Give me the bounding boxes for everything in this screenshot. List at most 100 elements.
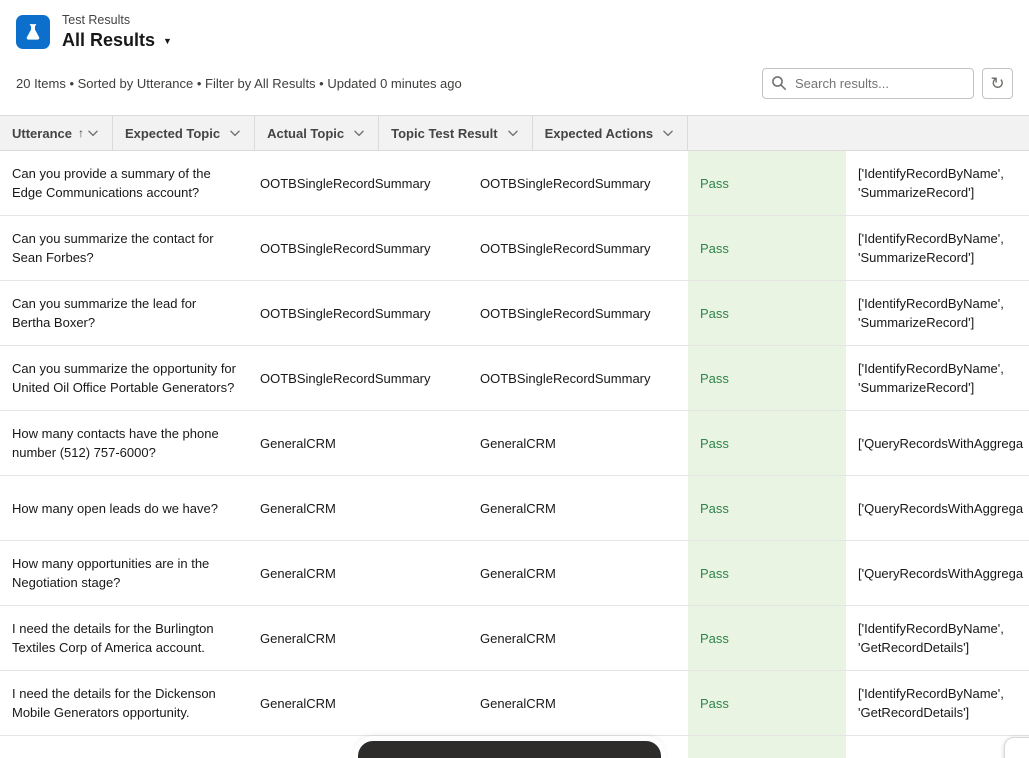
utterance-cell: How many contacts have the phone number … [0,411,248,475]
table-row[interactable]: Can you provide a summary of the Edge Co… [0,151,1029,216]
column-menu-button[interactable] [659,124,677,142]
chevron-down-icon [352,126,366,140]
table-row[interactable]: Can you summarize the lead for Bertha Bo… [0,281,1029,346]
table-row[interactable]: How many opportunities are in the Negoti… [0,541,1029,606]
pass-badge: Pass [700,434,729,453]
page-header: Test Results All Results ▼ 20 Items • So… [0,0,1029,115]
utterance-cell: I need the details for the lead Phyllis [0,736,248,758]
pass-badge: Pass [700,694,729,713]
expected-actions-cell: ['IdentifyRecordByName', 'GetRecordDetai… [846,671,1029,735]
refresh-button[interactable]: ↻ [982,68,1013,99]
topic-test-result-cell: Pass [688,671,846,735]
chevron-down-icon [228,126,242,140]
search-box [762,68,974,99]
pass-badge: Pass [700,174,729,193]
expected-topic-cell: GeneralCRM [248,541,468,605]
column-menu-button[interactable] [504,124,522,142]
actual-topic-cell: GeneralCRM [468,606,688,670]
table-row[interactable]: How many open leads do we have? GeneralC… [0,476,1029,541]
entity-label: Test Results [62,12,172,28]
utterance-cell: How many open leads do we have? [0,476,248,540]
column-label: Expected Actions [545,126,654,141]
test-results-page: Test Results All Results ▼ 20 Items • So… [0,0,1029,758]
actual-topic-cell: GeneralCRM [468,476,688,540]
column-header[interactable]: Topic Test Result [379,116,532,150]
utterance-cell: How many opportunities are in the Negoti… [0,541,248,605]
pass-badge: Pass [700,629,729,648]
topic-test-result-cell [688,736,846,758]
list-view-name: All Results [62,29,155,51]
caret-down-icon: ▼ [163,28,172,52]
title-row: Test Results All Results ▼ [16,12,1013,52]
chevron-down-icon [661,126,675,140]
column-header[interactable]: Expected Actions [533,116,689,150]
topic-test-result-cell: Pass [688,606,846,670]
table-row[interactable]: I need the details for the Burlington Te… [0,606,1029,671]
chevron-down-icon [506,126,520,140]
expected-actions-cell: ['QueryRecordsWithAggrega [846,411,1029,475]
floating-corner-card[interactable] [1004,737,1029,758]
table-row[interactable]: Can you summarize the contact for Sean F… [0,216,1029,281]
pass-badge: Pass [700,239,729,258]
docked-panel-edge[interactable] [358,741,661,758]
pass-badge: Pass [700,369,729,388]
expected-topic-cell: GeneralCRM [248,411,468,475]
table-row[interactable]: How many contacts have the phone number … [0,411,1029,476]
results-table: Utterance ↑ Expected Topic [0,115,1029,758]
column-header[interactable]: Expected Topic [113,116,255,150]
pass-badge: Pass [700,564,729,583]
list-view-selector[interactable]: All Results ▼ [62,28,172,52]
actual-topic-cell: GeneralCRM [468,411,688,475]
column-menu-button[interactable] [350,124,368,142]
title-stack: Test Results All Results ▼ [62,12,172,52]
column-menu-button[interactable] [226,124,244,142]
column-label: Expected Topic [125,126,220,141]
utterance-cell: Can you provide a summary of the Edge Co… [0,151,248,215]
column-header[interactable]: Actual Topic [255,116,379,150]
flask-glyph [23,22,43,42]
expected-topic-cell: OOTBSingleRecordSummary [248,151,468,215]
topic-test-result-cell: Pass [688,281,846,345]
expected-actions-cell: ['QueryRecordsWithAggrega [846,476,1029,540]
table-row[interactable]: Can you summarize the opportunity for Un… [0,346,1029,411]
list-meta-row: 20 Items • Sorted by Utterance • Filter … [16,68,1013,115]
actual-topic-cell: GeneralCRM [468,541,688,605]
actual-topic-cell: GeneralCRM [468,671,688,735]
table-row[interactable]: I need the details for the Dickenson Mob… [0,671,1029,736]
search-input[interactable] [762,68,974,99]
topic-test-result-cell: Pass [688,151,846,215]
expected-actions-cell: ['IdentifyRecordByName', 'SummarizeRecor… [846,151,1029,215]
expected-actions-cell: ['IdentifyRecordByName', 'SummarizeRecor… [846,346,1029,410]
test-flask-icon [16,15,50,49]
expected-actions-cell: ['IdentifyRecordByName', 'SummarizeRecor… [846,281,1029,345]
chevron-down-icon [86,126,100,140]
expected-actions-cell: ['QueryRecordsWithAggrega [846,541,1029,605]
expected-actions-cell: ['IdentifyRecordByName', [846,736,1029,758]
expected-actions-cell: ['IdentifyRecordByName', 'SummarizeRecor… [846,216,1029,280]
refresh-icon: ↻ [990,75,1004,92]
utterance-cell: Can you summarize the lead for Bertha Bo… [0,281,248,345]
actual-topic-cell: OOTBSingleRecordSummary [468,216,688,280]
pass-badge: Pass [700,304,729,323]
expected-topic-cell: GeneralCRM [248,671,468,735]
expected-topic-cell: OOTBSingleRecordSummary [248,216,468,280]
utterance-cell: Can you summarize the contact for Sean F… [0,216,248,280]
expected-topic-cell: GeneralCRM [248,476,468,540]
topic-test-result-cell: Pass [688,216,846,280]
actual-topic-cell: OOTBSingleRecordSummary [468,346,688,410]
expected-actions-cell: ['IdentifyRecordByName', 'GetRecordDetai… [846,606,1029,670]
column-label: Utterance [12,126,72,141]
column-label: Topic Test Result [391,126,497,141]
table-header-row: Utterance ↑ Expected Topic [0,115,1029,151]
column-header[interactable]: Utterance ↑ [0,116,113,150]
expected-topic-cell: OOTBSingleRecordSummary [248,281,468,345]
pass-badge: Pass [700,499,729,518]
topic-test-result-cell: Pass [688,541,846,605]
expected-topic-cell: OOTBSingleRecordSummary [248,346,468,410]
column-menu-button[interactable] [84,124,102,142]
expected-topic-cell: GeneralCRM [248,606,468,670]
utterance-cell: Can you summarize the opportunity for Un… [0,346,248,410]
topic-test-result-cell: Pass [688,411,846,475]
utterance-cell: I need the details for the Burlington Te… [0,606,248,670]
topic-test-result-cell: Pass [688,346,846,410]
